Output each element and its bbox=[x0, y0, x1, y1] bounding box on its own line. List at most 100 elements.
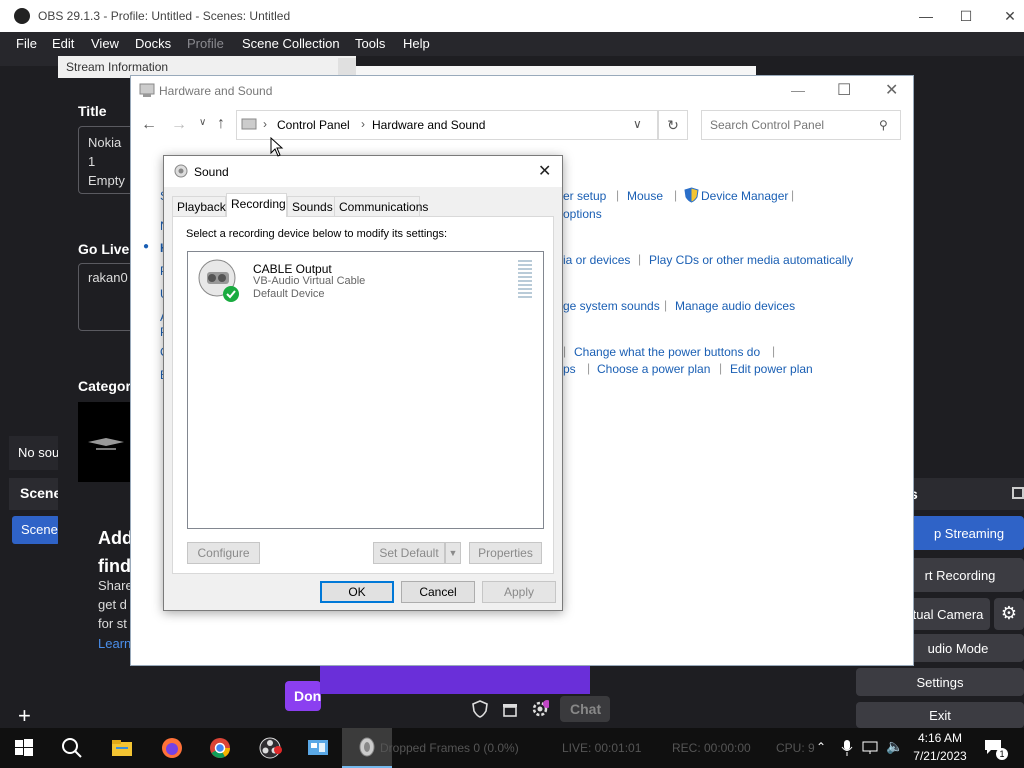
address-dropdown-chevron-icon[interactable]: ∨ bbox=[633, 117, 642, 131]
scene-item-label: Scene bbox=[21, 522, 58, 537]
sound-close-icon[interactable]: ✕ bbox=[538, 161, 551, 181]
cp-nav-bullet: ● bbox=[143, 241, 150, 252]
cp-link-mouse[interactable]: Mouse bbox=[627, 189, 663, 203]
status-dropped-frames: Dropped Frames 0 (0.0%) bbox=[380, 741, 519, 755]
stream-info-title: Stream Information bbox=[66, 60, 169, 74]
start-recording-label: rt Recording bbox=[924, 568, 996, 583]
cp-link-manage-audio-devices[interactable]: Manage audio devices bbox=[675, 299, 795, 313]
maximize-icon[interactable]: ☐ bbox=[956, 6, 976, 26]
tab-sounds[interactable]: Sounds bbox=[287, 196, 335, 216]
forward-arrow-icon[interactable]: → bbox=[171, 116, 187, 134]
cp-link-apps[interactable]: ps bbox=[563, 362, 576, 376]
cp-link-edit-power-plan[interactable]: Edit power plan bbox=[730, 362, 813, 376]
cp-link-choose-power-plan[interactable]: Choose a power plan bbox=[597, 362, 710, 376]
menu-docks[interactable]: Docks bbox=[135, 36, 171, 51]
no-source-text: No sou bbox=[18, 445, 60, 460]
search-control-panel-input[interactable]: Search Control Panel bbox=[701, 110, 901, 140]
chat-button[interactable]: Chat bbox=[560, 696, 610, 722]
cp-link-play-cds[interactable]: Play CDs or other media automatically bbox=[649, 253, 853, 267]
control-panel-app-icon bbox=[139, 83, 155, 97]
menu-tools[interactable]: Tools bbox=[355, 36, 385, 51]
obs-menubar: File Edit View Docks Profile Scene Colle… bbox=[0, 32, 1024, 56]
scene-item[interactable]: Scene bbox=[12, 516, 60, 544]
cp-link-options[interactable]: options bbox=[563, 207, 602, 221]
breadcrumb-hardware-sound[interactable]: Hardware and Sound bbox=[372, 118, 485, 132]
title-input[interactable]: Nokia 1 Empty bbox=[78, 126, 138, 194]
stream-info-close-icon[interactable] bbox=[338, 58, 356, 76]
volume-icon[interactable]: 🔈 bbox=[886, 738, 903, 755]
category-label: Categor bbox=[78, 378, 131, 394]
menu-scene-collection[interactable]: Scene Collection bbox=[242, 36, 340, 51]
chrome-icon[interactable] bbox=[208, 736, 232, 760]
obs-logo-icon bbox=[14, 8, 30, 24]
uac-shield-icon bbox=[684, 187, 699, 203]
taskbar-date[interactable]: 7/21/2023 bbox=[908, 749, 972, 763]
apply-button[interactable]: Apply bbox=[482, 581, 556, 603]
breadcrumb-control-panel[interactable]: Control Panel bbox=[277, 118, 350, 132]
recording-device-list[interactable]: CABLE Output VB-Audio Virtual Cable Defa… bbox=[187, 251, 544, 529]
taskbar-time[interactable]: 4:16 AM bbox=[908, 731, 972, 745]
properties-button[interactable]: Properties bbox=[469, 542, 542, 564]
go-live-input[interactable]: rakan0 bbox=[78, 263, 138, 331]
cancel-button[interactable]: Cancel bbox=[401, 581, 475, 603]
cp-maximize-icon[interactable]: ☐ bbox=[837, 80, 851, 100]
scenes-header-label: Scene bbox=[20, 485, 62, 501]
close-icon[interactable]: ✕ bbox=[1000, 6, 1020, 26]
tab-playback[interactable]: Playback bbox=[172, 196, 226, 216]
promo-body: Share get d for st bbox=[98, 578, 133, 631]
tab-recording[interactable]: Recording bbox=[226, 193, 287, 217]
cp-minimize-icon[interactable]: — bbox=[791, 82, 805, 98]
search-taskbar-icon[interactable] bbox=[60, 736, 84, 760]
category-thumbnail[interactable] bbox=[78, 402, 134, 482]
microphone-device-icon bbox=[196, 258, 240, 302]
ok-button[interactable]: OK bbox=[320, 581, 394, 603]
recent-locations-chevron-icon[interactable]: ∨ bbox=[199, 117, 206, 128]
minimize-icon[interactable]: — bbox=[916, 6, 936, 26]
tab-communications[interactable]: Communications bbox=[334, 196, 428, 216]
address-control-panel-icon bbox=[241, 118, 257, 132]
cp-link-power-buttons[interactable]: Change what the power buttons do bbox=[574, 345, 760, 359]
mouse-cursor-icon bbox=[270, 136, 284, 157]
menu-view[interactable]: View bbox=[91, 36, 119, 51]
dock-float-icon[interactable] bbox=[1012, 487, 1024, 499]
virtual-camera-settings-gear-icon[interactable]: ⚙ bbox=[994, 598, 1024, 630]
address-bar[interactable]: › Control Panel › Hardware and Sound ∨ bbox=[236, 110, 658, 140]
chat-settings-gear-icon[interactable] bbox=[531, 700, 551, 718]
firefox-icon[interactable] bbox=[160, 736, 184, 760]
obs-left-edge bbox=[0, 56, 58, 66]
set-default-button[interactable]: Set Default bbox=[373, 542, 445, 564]
virtual-camera-label: tual Camera bbox=[912, 607, 984, 622]
device-status: Default Device bbox=[253, 288, 325, 300]
microphone-tray-icon[interactable] bbox=[840, 739, 854, 757]
cp-close-icon[interactable]: ✕ bbox=[885, 80, 898, 100]
cp-link-device-manager[interactable]: Device Manager bbox=[701, 189, 788, 203]
exit-button[interactable]: Exit bbox=[856, 702, 1024, 728]
up-arrow-icon[interactable]: ↑ bbox=[217, 115, 225, 133]
menu-help[interactable]: Help bbox=[403, 36, 430, 51]
show-hidden-icons-chevron-icon[interactable]: ⌃ bbox=[816, 740, 826, 754]
level-meter bbox=[518, 260, 532, 300]
control-panel-titlebar: Hardware and Sound — ☐ ✕ bbox=[131, 76, 913, 106]
file-explorer-icon[interactable] bbox=[110, 736, 134, 760]
menu-file[interactable]: File bbox=[16, 36, 37, 51]
menu-profile[interactable]: Profile bbox=[187, 36, 224, 51]
twitch-panel-bar bbox=[320, 664, 590, 694]
set-default-dropdown-icon[interactable]: ▼ bbox=[445, 542, 461, 564]
settings-button[interactable]: Settings bbox=[856, 668, 1024, 696]
list-item[interactable]: CABLE Output VB-Audio Virtual Cable Defa… bbox=[188, 252, 543, 306]
shield-icon[interactable] bbox=[471, 700, 489, 718]
add-scene-icon[interactable]: + bbox=[18, 704, 42, 728]
promo-learn-link[interactable]: Learn bbox=[98, 636, 131, 651]
back-arrow-icon[interactable]: ← bbox=[141, 116, 157, 134]
cp-link-printer-setup[interactable]: er setup bbox=[563, 189, 606, 203]
cp-link-media-devices[interactable]: ia or devices bbox=[563, 253, 630, 267]
cp-link-system-sounds[interactable]: ge system sounds bbox=[563, 299, 660, 313]
configure-button[interactable]: Configure bbox=[187, 542, 260, 564]
network-icon[interactable] bbox=[862, 740, 880, 756]
menu-edit[interactable]: Edit bbox=[52, 36, 74, 51]
control-panel-taskbar-icon[interactable] bbox=[306, 736, 330, 760]
windows-start-icon[interactable] bbox=[12, 736, 36, 760]
gift-icon[interactable] bbox=[501, 700, 519, 718]
done-button[interactable]: Don bbox=[285, 681, 321, 711]
refresh-icon[interactable]: ↻ bbox=[658, 110, 688, 140]
